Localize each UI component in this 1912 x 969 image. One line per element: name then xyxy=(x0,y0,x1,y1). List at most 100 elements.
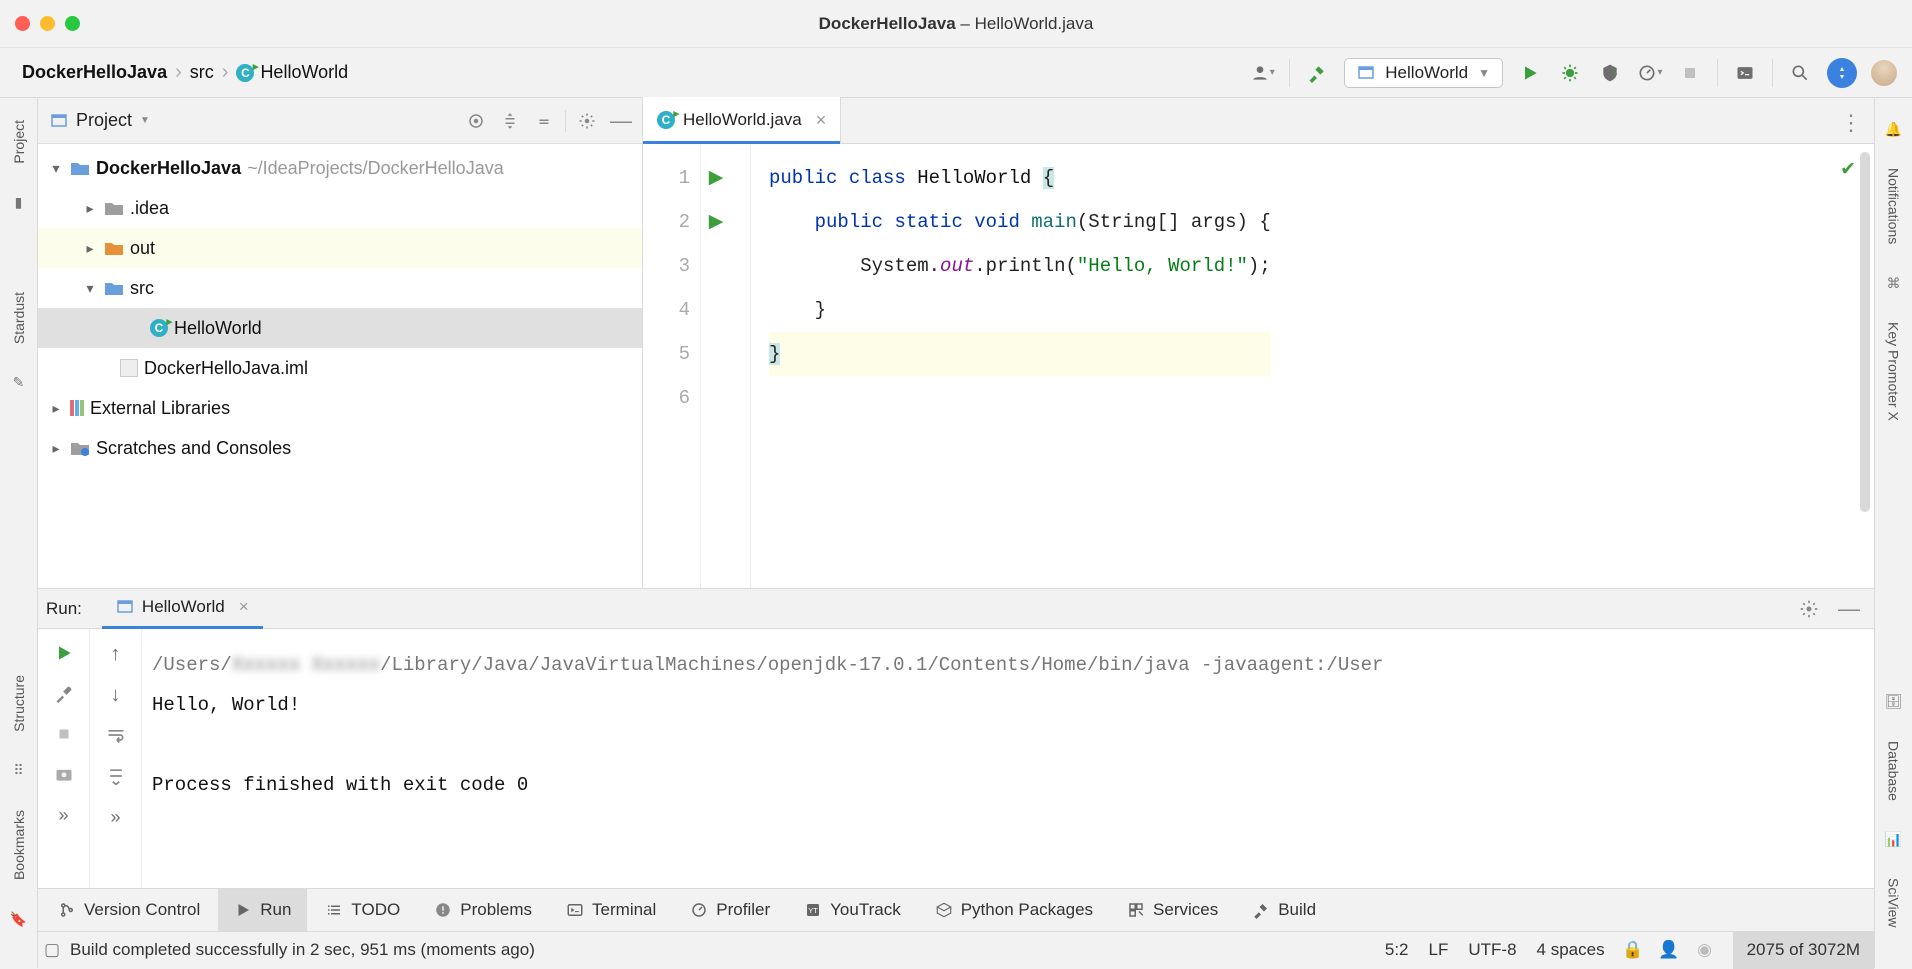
tree-hello[interactable]: C▸ HelloWorld xyxy=(38,308,642,348)
hammer-build-icon[interactable] xyxy=(1304,60,1330,86)
maximize-window-icon[interactable] xyxy=(65,16,80,31)
more-actions-icon[interactable]: » xyxy=(58,805,68,826)
hide-tool-icon[interactable]: — xyxy=(608,108,634,134)
tree-idea[interactable]: ▸ .idea xyxy=(38,188,642,228)
database-tool-tab[interactable]: Database xyxy=(1886,741,1902,801)
search-everywhere-icon[interactable] xyxy=(1827,58,1857,88)
tree-root[interactable]: ▾ DockerHelloJava ~/IdeaProjects/DockerH… xyxy=(38,148,642,188)
close-window-icon[interactable] xyxy=(15,16,30,31)
keypromoter-tool-tab[interactable]: Key Promoter X xyxy=(1886,322,1902,421)
gear-icon[interactable] xyxy=(1796,596,1822,622)
console-output[interactable]: /Users/Xxxxxx Xxxxxx/Library/Java/JavaVi… xyxy=(142,629,1874,888)
tree-scratches[interactable]: ▸ Scratches and Consoles xyxy=(38,428,642,468)
profiler-tab[interactable]: Profiler xyxy=(674,889,786,932)
expand-all-icon[interactable] xyxy=(497,108,523,134)
breadcrumb[interactable]: DockerHelloJava › src › C▸ HelloWorld xyxy=(22,61,348,84)
status-window-icon[interactable]: ▢ xyxy=(44,942,60,958)
run-tab[interactable]: HelloWorld × xyxy=(102,589,263,629)
youtrack-tab[interactable]: YT YouTrack xyxy=(788,889,917,932)
user-avatar[interactable] xyxy=(1871,60,1897,86)
tree-out[interactable]: ▸ out xyxy=(38,228,642,268)
search-icon[interactable] xyxy=(1787,60,1813,86)
build-tab[interactable]: Build xyxy=(1236,889,1332,932)
camera-icon[interactable] xyxy=(54,764,74,787)
database-icon[interactable]: 🗄 xyxy=(1885,693,1903,711)
bookmark-icon[interactable]: 🔖 xyxy=(10,910,28,928)
editor-tab[interactable]: C▸ HelloWorld.java × xyxy=(643,97,841,143)
tree-src[interactable]: ▾ src xyxy=(38,268,642,308)
more-icon[interactable]: ⋮ xyxy=(1840,110,1862,136)
code-editor[interactable]: 1 2 3 4 5 6 ▶ ▶ public class HelloWo xyxy=(643,144,1874,588)
file-icon[interactable]: ▮ xyxy=(10,194,28,212)
editor-scrollbar[interactable] xyxy=(1860,152,1870,512)
run-tab[interactable]: Run xyxy=(218,889,307,932)
file-encoding[interactable]: UTF-8 xyxy=(1468,940,1516,960)
version-control-tab[interactable]: Version Control xyxy=(42,889,216,932)
close-tab-icon[interactable]: × xyxy=(810,110,827,131)
project-tool-title[interactable]: Project xyxy=(76,110,132,131)
sciview-tool-tab[interactable]: SciView xyxy=(1886,878,1902,928)
breadcrumb-project[interactable]: DockerHelloJava xyxy=(22,62,167,83)
project-tree[interactable]: ▾ DockerHelloJava ~/IdeaProjects/DockerH… xyxy=(38,144,642,472)
run-anything-icon[interactable] xyxy=(1732,60,1758,86)
structure-icon[interactable]: ⠿ xyxy=(10,762,28,780)
scroll-to-end-icon[interactable] xyxy=(106,766,126,789)
close-run-tab-icon[interactable]: × xyxy=(233,597,249,617)
breadcrumb-class[interactable]: HelloWorld xyxy=(260,62,348,83)
breadcrumb-src[interactable]: src xyxy=(190,62,214,83)
notifications-tool-tab[interactable]: Notifications xyxy=(1886,168,1902,244)
chevron-down-icon[interactable]: ▼ xyxy=(140,115,150,126)
cursor-position[interactable]: 5:2 xyxy=(1385,940,1409,960)
problems-tab[interactable]: Problems xyxy=(418,889,548,932)
rerun-icon[interactable] xyxy=(54,643,74,666)
sciview-icon[interactable]: 📊 xyxy=(1885,830,1903,848)
memory-indicator[interactable]: 2075 of 3072M xyxy=(1733,932,1874,969)
tree-ext-libs[interactable]: ▸ External Libraries xyxy=(38,388,642,428)
minimize-window-icon[interactable] xyxy=(40,16,55,31)
python-packages-tab[interactable]: Python Packages xyxy=(919,889,1109,932)
wrench-icon[interactable] xyxy=(54,684,74,707)
soft-wrap-icon[interactable] xyxy=(106,725,126,748)
hide-tool-icon[interactable]: — xyxy=(1836,596,1862,622)
locate-icon[interactable] xyxy=(463,108,489,134)
stardust-tool-tab[interactable]: Stardust xyxy=(11,292,27,344)
sync-icon[interactable]: ◉ xyxy=(1697,942,1713,958)
code-content[interactable]: public class HelloWorld { public static … xyxy=(751,144,1271,588)
inspections-icon[interactable]: 👤 xyxy=(1661,942,1677,958)
chevron-right-icon[interactable]: ▸ xyxy=(48,400,64,417)
line-separator[interactable]: LF xyxy=(1429,940,1449,960)
debug-button[interactable] xyxy=(1557,60,1583,86)
bell-icon[interactable]: 🔔 xyxy=(1885,120,1903,138)
run-tool-header: Run: HelloWorld × — xyxy=(38,589,1874,629)
coverage-button[interactable] xyxy=(1597,60,1623,86)
profile-button[interactable]: ▾ xyxy=(1637,60,1663,86)
more-actions-icon[interactable]: » xyxy=(110,807,120,828)
chevron-right-icon[interactable]: ▸ xyxy=(48,440,64,457)
run-line-icon[interactable]: ▶ xyxy=(701,156,731,200)
services-tab[interactable]: Services xyxy=(1111,889,1234,932)
gear-icon[interactable] xyxy=(574,108,600,134)
user-icon[interactable]: ▾ xyxy=(1249,60,1275,86)
run-configuration-select[interactable]: HelloWorld ▼ xyxy=(1344,58,1503,88)
inspection-ok-icon[interactable]: ✔ xyxy=(1840,158,1856,181)
chevron-right-icon[interactable]: ▸ xyxy=(82,240,98,257)
chevron-right-icon[interactable]: ▸ xyxy=(82,200,98,217)
keypromoter-icon[interactable]: ⌘ xyxy=(1885,274,1903,292)
bookmarks-tool-tab[interactable]: Bookmarks xyxy=(11,810,27,880)
chevron-down-icon[interactable]: ▾ xyxy=(82,280,98,297)
up-arrow-icon[interactable]: ↑ xyxy=(111,643,121,666)
indent-setting[interactable]: 4 spaces xyxy=(1537,940,1605,960)
structure-tool-tab[interactable]: Structure xyxy=(11,675,27,732)
run-button[interactable] xyxy=(1517,60,1543,86)
pencil-icon[interactable]: ✎ xyxy=(10,374,28,392)
tree-iml[interactable]: DockerHelloJava.iml xyxy=(38,348,642,388)
down-arrow-icon[interactable]: ↓ xyxy=(111,684,121,707)
todo-tab[interactable]: TODO xyxy=(309,889,416,932)
chevron-down-icon[interactable]: ▾ xyxy=(48,160,64,177)
lock-icon[interactable]: 🔒 xyxy=(1625,942,1641,958)
run-line-icon[interactable]: ▶ xyxy=(701,200,731,244)
collapse-all-icon[interactable] xyxy=(531,108,557,134)
java-class-icon: C▸ xyxy=(236,64,254,82)
project-tool-tab[interactable]: Project xyxy=(11,120,27,164)
terminal-tab[interactable]: Terminal xyxy=(550,889,672,932)
